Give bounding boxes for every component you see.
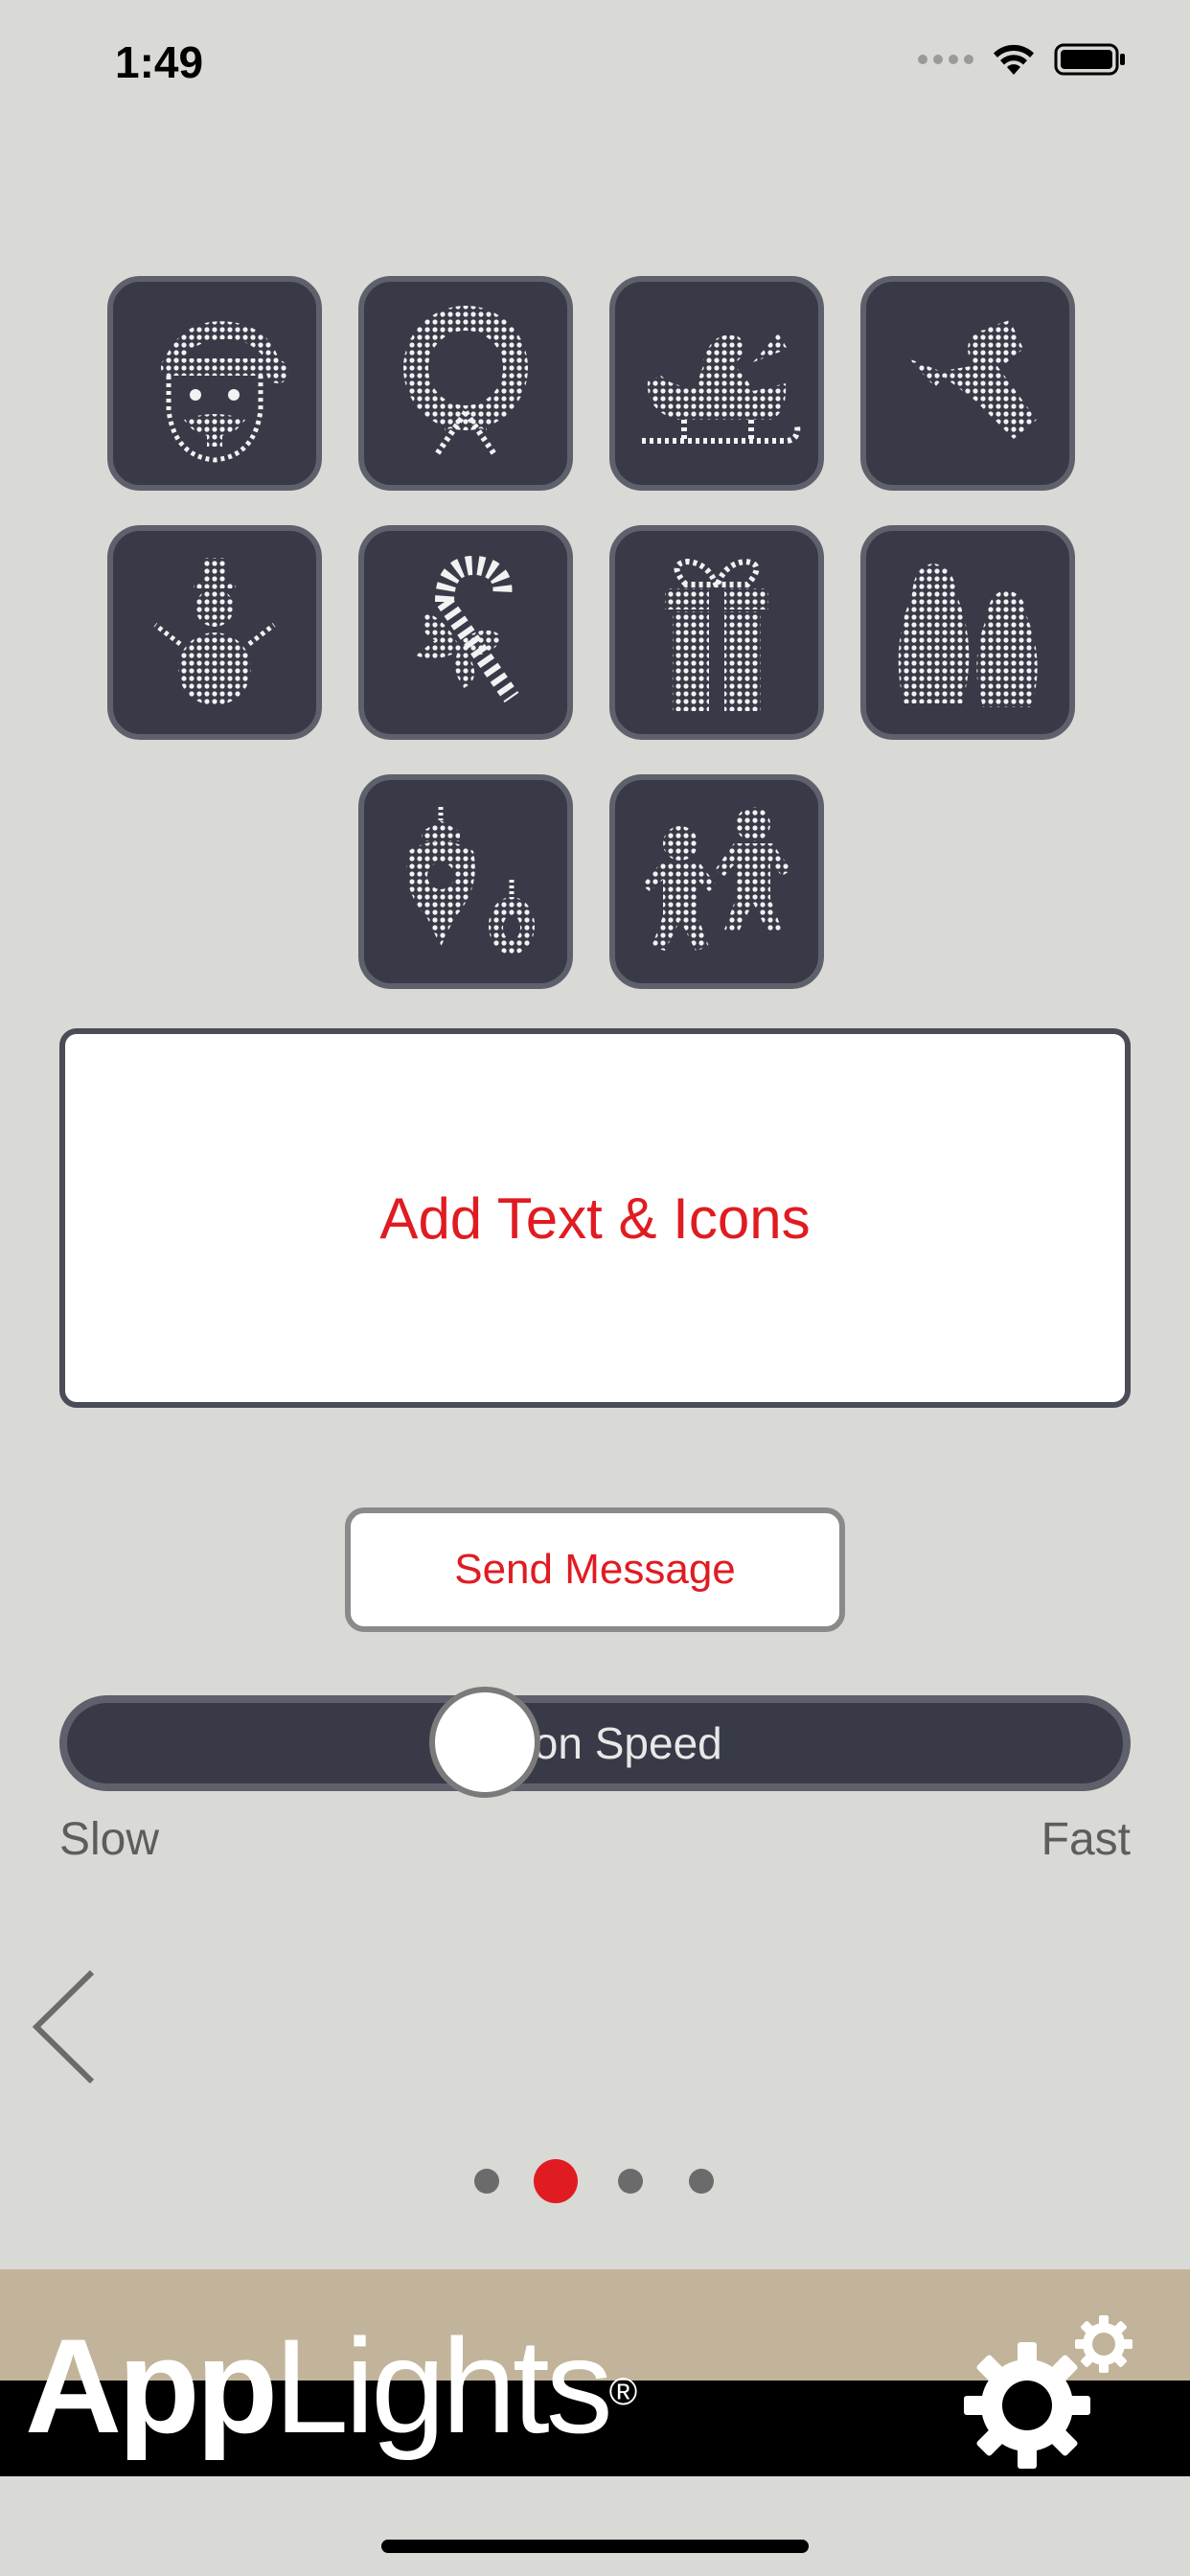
wreath-icon — [403, 306, 528, 456]
home-indicator[interactable] — [381, 2540, 809, 2553]
snowman-icon-button[interactable] — [107, 525, 322, 740]
gift-icon — [665, 558, 768, 711]
send-message-button[interactable]: Send Message — [345, 1507, 845, 1632]
ornaments-icon-button[interactable] — [358, 774, 573, 989]
status-time: 1:49 — [115, 37, 204, 87]
page-dot-4[interactable] — [689, 2169, 714, 2194]
sleigh-icon-button[interactable] — [609, 276, 824, 491]
status-bar: 1:49 — [0, 0, 1190, 134]
gingerbread-icon-button[interactable] — [609, 774, 824, 989]
brand-bar: AppLights® — [0, 2269, 1190, 2476]
animation-speed-slider[interactable]: ation Speed — [59, 1695, 1131, 1791]
battery-icon — [1054, 43, 1125, 76]
ornaments-icon — [406, 807, 535, 954]
gift-icon-button[interactable] — [609, 525, 824, 740]
back-chevron-icon[interactable] — [25, 1966, 102, 2087]
sleigh-icon — [642, 334, 801, 444]
status-icons — [918, 42, 1127, 77]
penguins-icon — [898, 564, 1038, 707]
santa-icon — [161, 321, 289, 463]
page-dot-3[interactable] — [618, 2169, 643, 2194]
app-logo: AppLights® — [25, 2319, 637, 2453]
santa-icon-button[interactable] — [107, 276, 322, 491]
slider-min-label: Slow — [59, 1814, 160, 1865]
logo-bold-text: App — [25, 2311, 278, 2461]
candy-cane-icon — [416, 555, 519, 703]
wifi-icon — [994, 44, 1034, 75]
penguins-icon-button[interactable] — [860, 525, 1075, 740]
angel-icon — [908, 320, 1037, 439]
message-placeholder: Add Text & Icons — [379, 1185, 811, 1251]
page-dot-2[interactable] — [534, 2159, 578, 2203]
snowman-icon — [153, 558, 276, 705]
settings-gear-icon[interactable] — [958, 2310, 1140, 2472]
gingerbread-icon — [642, 807, 791, 951]
logo-registered-mark: ® — [608, 2371, 638, 2413]
slider-thumb[interactable] — [429, 1687, 540, 1798]
angel-icon-button[interactable] — [860, 276, 1075, 491]
logo-light-text: Lights — [274, 2311, 613, 2461]
page-dot-1[interactable] — [474, 2169, 499, 2194]
slider-max-label: Fast — [1041, 1814, 1131, 1865]
slider-label: ation Speed — [487, 1718, 722, 1768]
page-indicator[interactable] — [0, 2156, 1190, 2204]
wreath-icon-button[interactable] — [358, 276, 573, 491]
signal-icon — [918, 55, 973, 64]
candy-cane-icon-button[interactable] — [358, 525, 573, 740]
message-text-area[interactable]: Add Text & Icons — [59, 1028, 1131, 1408]
